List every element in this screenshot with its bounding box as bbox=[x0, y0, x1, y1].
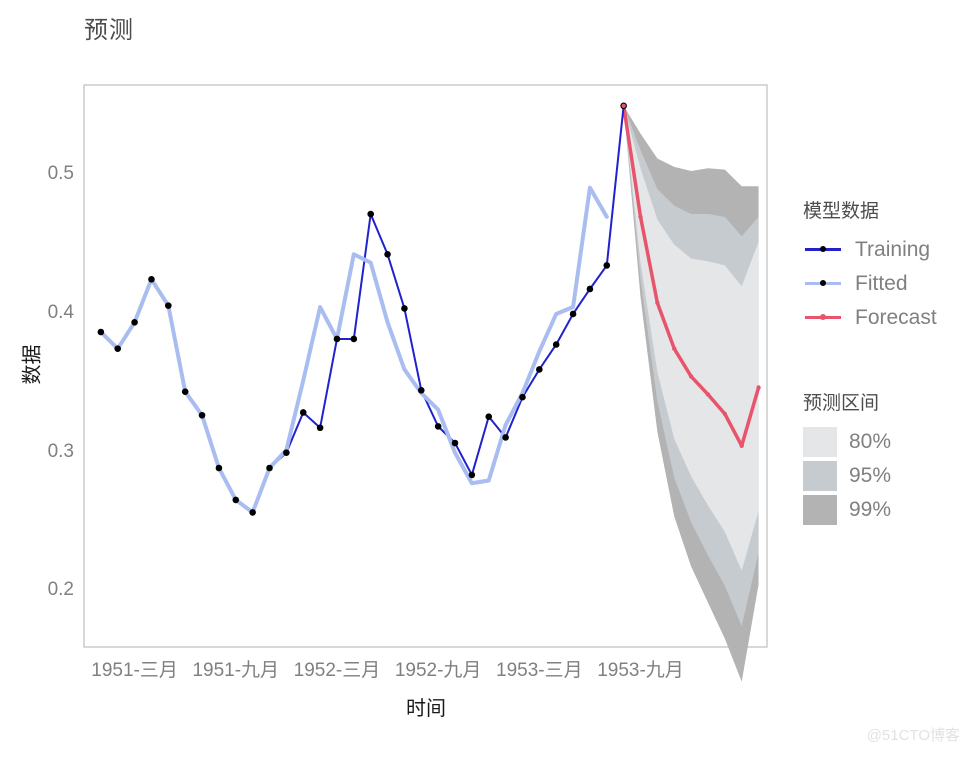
legend-model-data: 模型数据 Training Fitted Forecast bbox=[803, 196, 937, 335]
watermark: @51CTO博客 bbox=[866, 727, 960, 744]
training-point bbox=[114, 345, 122, 352]
y-tick-label: 0.4 bbox=[47, 301, 74, 323]
training-point bbox=[131, 318, 138, 326]
forecast-point bbox=[705, 392, 711, 397]
forecast-point bbox=[655, 300, 660, 306]
training-point bbox=[249, 509, 256, 516]
training-point bbox=[417, 386, 425, 394]
x-tick-label: 1952-三月 bbox=[293, 660, 381, 681]
x-tick-label: 1951-九月 bbox=[192, 660, 280, 681]
forecast-point bbox=[638, 214, 643, 220]
legend-item-interval-80[interactable]: 80% bbox=[803, 425, 891, 459]
legend-prediction-interval-title: 预测区间 bbox=[803, 393, 880, 414]
training-point bbox=[181, 388, 189, 395]
training-point bbox=[367, 210, 374, 218]
training-point bbox=[586, 285, 594, 293]
y-tick-label: 0.5 bbox=[47, 163, 74, 185]
legend-label: 80% bbox=[849, 430, 892, 453]
training-point bbox=[485, 413, 493, 420]
training-point bbox=[232, 496, 240, 504]
legend-color-swatch bbox=[803, 461, 837, 491]
forecast-point bbox=[621, 103, 626, 109]
legend-label: 95% bbox=[849, 464, 892, 487]
forecast-point bbox=[739, 443, 744, 448]
x-tick-label: 1953-三月 bbox=[496, 660, 583, 681]
forecast-point bbox=[756, 385, 761, 390]
forecast-point bbox=[688, 374, 694, 379]
forecast-point bbox=[672, 346, 677, 351]
legend-item-fitted[interactable]: Fitted bbox=[803, 267, 937, 301]
training-point bbox=[603, 262, 611, 269]
training-point bbox=[215, 464, 223, 472]
training-point bbox=[519, 393, 526, 401]
forecast-chart-page: 预测 数据 时间 0.5 0.4 0.3 0.2 1951-三月 1951-九月 1952… bbox=[0, 0, 968, 753]
legend-line-swatch-training bbox=[803, 233, 843, 267]
legend-label: 99% bbox=[849, 498, 892, 521]
training-point bbox=[165, 302, 172, 309]
training-point bbox=[350, 335, 358, 343]
training-point bbox=[97, 328, 105, 336]
legend-label: Forecast bbox=[855, 306, 937, 329]
plot-svg bbox=[83, 84, 768, 682]
legend-item-interval-95[interactable]: 95% bbox=[803, 459, 891, 493]
training-point bbox=[299, 409, 307, 416]
training-point bbox=[468, 471, 476, 479]
legend-prediction-interval: 预测区间 80% 95% 99% bbox=[803, 388, 891, 527]
x-axis-title: 时间 bbox=[406, 698, 446, 720]
x-tick-label: 1951-三月 bbox=[91, 660, 178, 681]
y-tick-label: 0.2 bbox=[47, 579, 74, 601]
legend-color-swatch bbox=[803, 427, 837, 457]
training-point bbox=[384, 250, 391, 258]
training-point bbox=[266, 464, 273, 472]
x-tick-label: 1953-九月 bbox=[597, 660, 684, 681]
training-point bbox=[283, 449, 290, 457]
y-axis-title: 数据 bbox=[21, 344, 44, 385]
legend-model-data-title: 模型数据 bbox=[803, 201, 880, 222]
y-tick-label: 0.3 bbox=[47, 440, 74, 462]
training-point bbox=[451, 439, 459, 447]
training-point bbox=[569, 310, 577, 318]
training-point bbox=[552, 341, 560, 348]
training-point bbox=[434, 423, 442, 430]
training-point bbox=[198, 411, 206, 419]
training-point bbox=[316, 424, 324, 432]
legend-color-swatch bbox=[803, 495, 837, 525]
legend-label: Fitted bbox=[855, 272, 908, 295]
forecast-point bbox=[722, 411, 728, 417]
training-point bbox=[333, 335, 341, 343]
training-point bbox=[536, 366, 543, 373]
training-point bbox=[502, 434, 509, 441]
legend-line-swatch-forecast bbox=[803, 301, 843, 335]
legend-item-interval-99[interactable]: 99% bbox=[803, 493, 891, 527]
plot-area bbox=[0, 0, 968, 753]
legend-line-swatch-fitted bbox=[803, 267, 843, 301]
x-tick-label: 1952-九月 bbox=[394, 660, 482, 681]
legend-item-forecast[interactable]: Forecast bbox=[803, 301, 937, 335]
training-point bbox=[401, 305, 408, 312]
training-point bbox=[148, 275, 155, 283]
legend-label: Training bbox=[855, 238, 931, 261]
legend-item-training[interactable]: Training bbox=[803, 233, 937, 267]
